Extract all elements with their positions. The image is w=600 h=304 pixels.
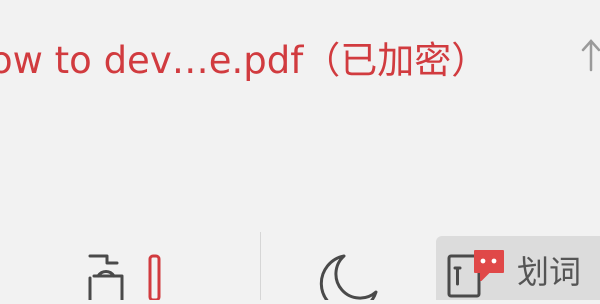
page-layout-icon	[88, 254, 161, 302]
toolbar-divider	[260, 232, 261, 300]
document-title: ow to dev…e.pdf（已加密）	[0, 39, 489, 82]
word-lookup-button[interactable]: 划词	[436, 236, 600, 300]
arrow-up-icon	[581, 39, 600, 72]
collapse-button[interactable]	[578, 36, 600, 72]
moon-icon	[319, 254, 378, 304]
page-layout-button[interactable]	[82, 248, 172, 302]
title-bar: ow to dev…e.pdf（已加密）	[0, 0, 600, 120]
word-lookup-label: 划词	[517, 253, 582, 291]
night-mode-button[interactable]	[304, 248, 384, 304]
chat-bubble-icon	[474, 250, 504, 281]
